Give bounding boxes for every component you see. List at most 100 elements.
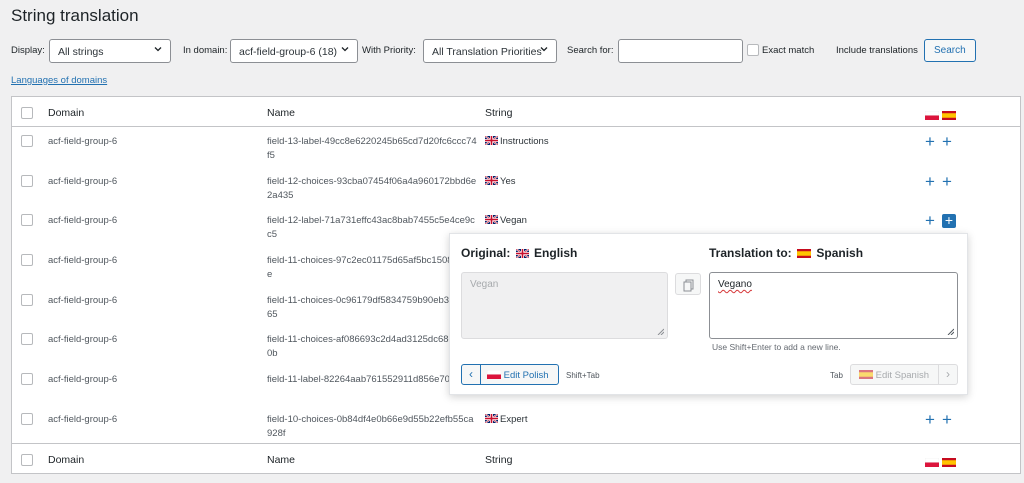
original-heading: Original: English	[461, 246, 577, 260]
table-row: acf-field-group-6 field-13-label-49cc8e62…	[12, 127, 1020, 167]
plus-icon[interactable]: +	[942, 411, 952, 428]
row-checkbox[interactable]	[21, 135, 33, 147]
resize-grip-icon[interactable]	[947, 328, 954, 335]
translation-textarea[interactable]: Vegano	[709, 272, 958, 339]
flag-uk-icon	[485, 215, 498, 224]
original-lang: English	[534, 246, 578, 260]
row-name: field-11-label-82264aab761552911d856e70a…	[267, 374, 472, 385]
flag-uk-icon	[515, 249, 529, 258]
row-name: field-10-choices-0b84df4e0b66e9d55b22efb…	[267, 414, 474, 439]
row-domain: acf-field-group-6	[48, 255, 118, 266]
row-name: field-13-label-49cc8e6220245b65cd7d20fc6…	[267, 136, 477, 161]
search-button[interactable]: Search	[924, 39, 976, 62]
copy-icon	[683, 279, 694, 292]
chevron-down-icon	[539, 44, 549, 57]
priority-select-value: All Translation Priorities	[432, 46, 542, 58]
search-input[interactable]	[618, 39, 743, 63]
row-string: Vegan	[485, 214, 527, 228]
row-string-text: Instructions	[500, 136, 549, 147]
col-string[interactable]: String	[485, 107, 512, 119]
flag-es-icon	[942, 453, 956, 471]
edit-spanish-label: Edit Spanish	[875, 370, 929, 381]
original-textarea: Vegan	[461, 272, 668, 339]
edit-polish-button[interactable]: ‹ Edit Polish	[461, 364, 559, 385]
plus-icon[interactable]: +	[925, 212, 935, 229]
display-select[interactable]: All strings	[49, 39, 171, 63]
domain-label: In domain:	[183, 45, 228, 56]
row-checkbox[interactable]	[21, 333, 33, 345]
row-domain: acf-field-group-6	[48, 295, 118, 306]
flag-pl-icon	[925, 106, 939, 124]
row-string: Instructions	[485, 135, 549, 149]
row-checkbox[interactable]	[21, 175, 33, 187]
languages-of-domains-link[interactable]: Languages of domains	[11, 75, 107, 86]
row-checkbox[interactable]	[21, 294, 33, 306]
translation-text: Vegano	[718, 279, 752, 290]
edit-spanish-button[interactable]: Edit Spanish ›	[850, 364, 958, 385]
row-checkbox[interactable]	[21, 254, 33, 266]
translation-lang: Spanish	[816, 246, 864, 260]
plus-icon-active[interactable]: +	[942, 213, 956, 228]
flag-uk-icon	[485, 414, 498, 423]
row-name: field-11-choices-97c2ec01175d65af5bc1508…	[267, 255, 474, 280]
display-select-value: All strings	[58, 46, 104, 58]
prev-shortcut: Shift+Tab	[566, 371, 600, 380]
display-label: Display:	[11, 45, 45, 56]
row-domain: acf-field-group-6	[48, 414, 118, 425]
row-string-text: Yes	[500, 176, 516, 187]
table-header: Domain Name String	[12, 97, 1020, 127]
priority-select[interactable]: All Translation Priorities	[423, 39, 557, 63]
translation-heading: Translation to: Spanish	[709, 246, 863, 260]
row-string: Expert	[485, 413, 527, 427]
translation-editor-popup: Original: English Translation to: Spanis…	[449, 233, 968, 395]
row-name: field-11-choices-0c96179df5834759b90eb38…	[267, 295, 476, 320]
row-name: field-12-label-71a731effc43ac8bab7455c5e…	[267, 215, 475, 240]
flag-pl-icon	[487, 370, 501, 379]
plus-icon[interactable]: +	[942, 173, 952, 190]
plus-icon[interactable]: +	[925, 133, 935, 150]
select-all-checkbox[interactable]	[21, 107, 33, 119]
col-domain-footer[interactable]: Domain	[48, 454, 84, 466]
flag-uk-icon	[485, 136, 498, 145]
table-row: acf-field-group-6 field-10-choices-0b84df…	[12, 405, 1020, 445]
plus-icon[interactable]: +	[925, 411, 935, 428]
row-string: Yes	[485, 175, 516, 189]
domain-select[interactable]: acf-field-group-6 (18)	[230, 39, 358, 63]
chevron-down-icon	[153, 44, 163, 57]
flag-es-icon	[942, 106, 956, 124]
table-footer: Domain Name String	[12, 443, 1020, 473]
row-checkbox[interactable]	[21, 413, 33, 425]
exact-match-checkbox[interactable]	[747, 44, 759, 56]
exact-match-label: Exact match	[762, 45, 815, 56]
flag-uk-icon	[485, 176, 498, 185]
select-all-checkbox-footer[interactable]	[21, 454, 33, 466]
chevron-right-icon: ›	[938, 365, 957, 384]
include-translations-label: Include translations	[836, 45, 918, 56]
row-checkbox[interactable]	[21, 214, 33, 226]
row-string-text: Expert	[500, 414, 528, 425]
row-domain: acf-field-group-6	[48, 374, 118, 385]
next-shortcut: Tab	[830, 371, 843, 380]
col-domain[interactable]: Domain	[48, 107, 84, 119]
chevron-left-icon: ‹	[462, 365, 481, 384]
plus-icon[interactable]: +	[925, 173, 935, 190]
row-domain: acf-field-group-6	[48, 176, 118, 187]
col-name-footer[interactable]: Name	[267, 454, 295, 466]
col-name[interactable]: Name	[267, 107, 295, 119]
priority-label: With Priority:	[362, 45, 416, 56]
translation-label: Translation to:	[709, 246, 792, 260]
flag-pl-icon	[925, 453, 939, 471]
resize-grip-icon[interactable]	[657, 328, 664, 335]
flag-es-icon	[797, 249, 812, 258]
edit-polish-label: Edit Polish	[503, 370, 549, 381]
row-domain: acf-field-group-6	[48, 334, 118, 345]
original-text: Vegan	[470, 279, 499, 290]
row-domain: acf-field-group-6	[48, 215, 118, 226]
copy-original-button[interactable]	[675, 273, 701, 295]
col-string-footer[interactable]: String	[485, 454, 512, 466]
plus-icon[interactable]: +	[942, 133, 952, 150]
domain-select-value: acf-field-group-6 (18)	[239, 46, 338, 58]
new-line-hint: Use Shift+Enter to add a new line.	[712, 342, 841, 352]
flag-es-icon	[859, 370, 873, 379]
row-checkbox[interactable]	[21, 373, 33, 385]
